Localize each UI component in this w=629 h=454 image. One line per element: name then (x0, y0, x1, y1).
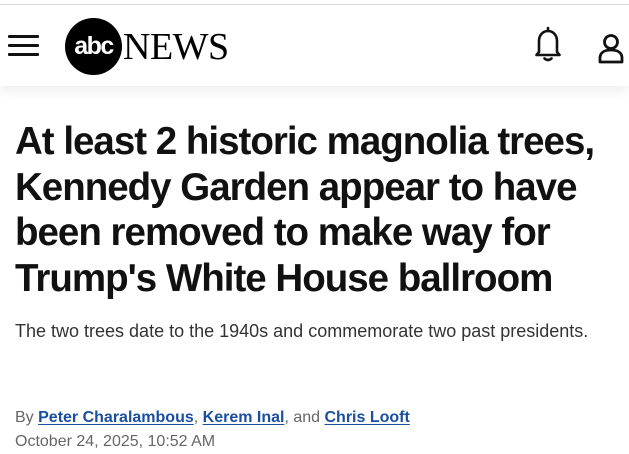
byline-conjunction: , and (284, 409, 321, 426)
byline-separator: , (193, 409, 199, 426)
bell-icon[interactable] (531, 25, 565, 65)
author-link[interactable]: Kerem Inal (203, 409, 285, 426)
site-header: abc NEWS (0, 5, 629, 86)
abc-logo-mark: abc (65, 18, 122, 75)
abc-news-logo[interactable]: abc NEWS (65, 18, 235, 76)
author-link[interactable]: Peter Charalambous (38, 409, 194, 426)
hamburger-menu-icon[interactable] (8, 33, 39, 57)
byline: By Peter Charalambous, Kerem Inal, and C… (15, 407, 615, 429)
publish-timestamp: October 24, 2025, 10:52 AM (15, 433, 216, 450)
article-subheadline: The two trees date to the 1940s and comm… (15, 321, 589, 341)
user-icon[interactable] (594, 29, 628, 69)
byline-prefix: By (15, 409, 34, 426)
article-headline: At least 2 historic magnolia trees, Kenn… (15, 120, 595, 300)
news-wordmark: NEWS (123, 26, 229, 68)
author-link[interactable]: Chris Looft (325, 409, 410, 426)
